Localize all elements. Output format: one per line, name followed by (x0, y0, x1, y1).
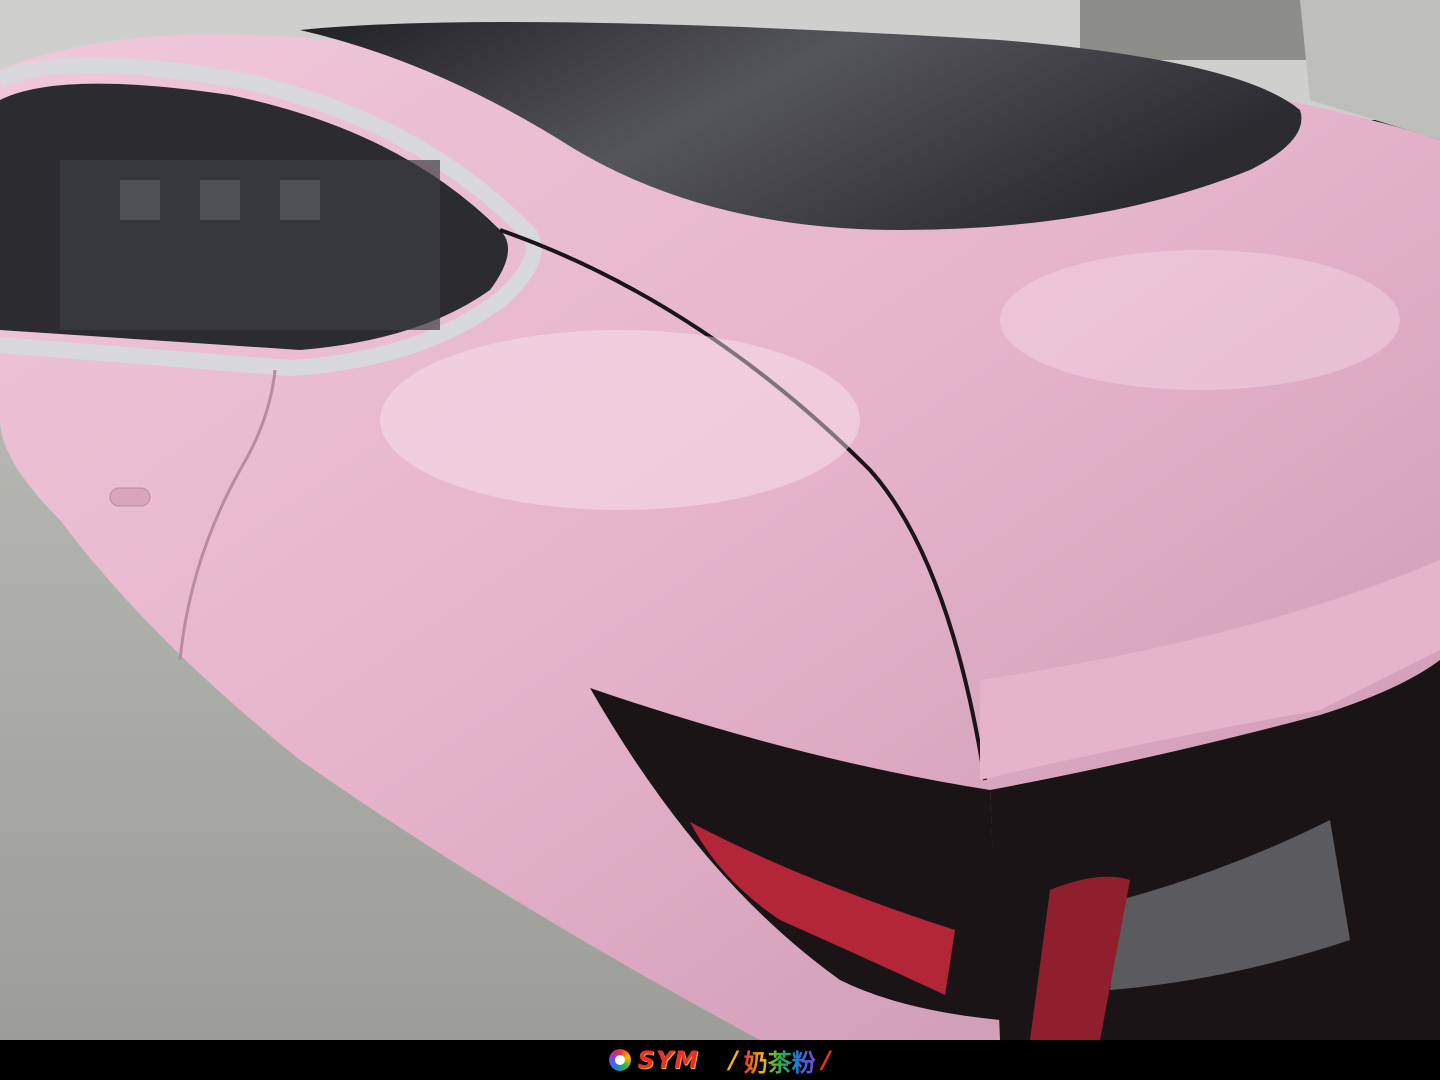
separator-right: / (821, 1046, 831, 1074)
brand-logo-icon (609, 1049, 632, 1071)
door-handle (109, 487, 151, 507)
product-name: 奶茶粉 (744, 1043, 816, 1078)
brand-name: SYM (637, 1046, 699, 1074)
car-photo (0, 0, 1440, 1040)
watermark-bar: SYM / 奶茶粉 / (0, 1040, 1440, 1080)
brand-logo: SYM (609, 1046, 699, 1074)
paint-highlight (380, 330, 860, 510)
window-reflection (60, 160, 440, 330)
product-label: / 奶茶粉 / (729, 1043, 831, 1078)
separator-left: / (729, 1046, 738, 1074)
car-illustration (0, 0, 1440, 1040)
